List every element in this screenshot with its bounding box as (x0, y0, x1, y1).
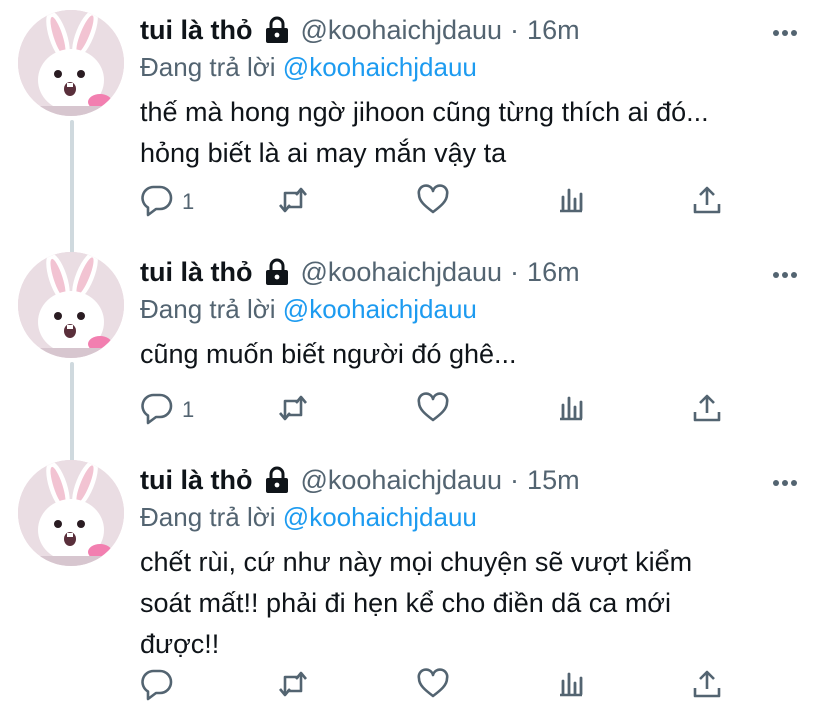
avatar[interactable] (18, 460, 124, 566)
reply-prefix: Đang trả lời (140, 52, 276, 82)
tweet-header: tui là thỏ @koohaichjdauu · 16m (140, 10, 580, 50)
tweet-header: tui là thỏ @koohaichjdauu · 16m (140, 252, 580, 292)
reply-prefix: Đang trả lời (140, 294, 276, 324)
like-button[interactable] (416, 183, 450, 222)
timestamp[interactable]: 16m (527, 15, 580, 46)
tweet-text-line: được!! (140, 629, 220, 659)
like-button[interactable] (416, 391, 450, 430)
views-button[interactable] (554, 392, 588, 428)
avatar[interactable] (18, 252, 124, 358)
share-button[interactable] (690, 184, 724, 220)
views-button[interactable] (554, 184, 588, 220)
reply-icon (140, 667, 174, 706)
share-icon (690, 391, 724, 430)
handle[interactable]: @koohaichjdauu (300, 465, 502, 496)
reply-button[interactable]: 1 (140, 184, 194, 220)
reply-button[interactable] (140, 668, 174, 704)
reply-icon (140, 391, 174, 430)
tweet-text-line: cũng muốn biết người đó ghê... (140, 339, 517, 369)
views-icon (554, 391, 588, 430)
more-icon[interactable] (772, 474, 798, 486)
handle[interactable]: @koohaichjdauu (300, 257, 502, 288)
reply-button[interactable]: 1 (140, 392, 194, 428)
separator-dot: · (510, 14, 520, 45)
like-button[interactable] (416, 667, 450, 706)
thread-line (70, 120, 74, 254)
action-bar (140, 667, 740, 706)
retweet-button[interactable] (276, 668, 310, 704)
like-icon (416, 183, 450, 222)
lock-icon (264, 258, 290, 286)
timestamp[interactable]: 16m (527, 257, 580, 288)
bunny-avatar-illustration (18, 10, 124, 116)
bunny-avatar-illustration (18, 460, 124, 566)
retweet-button[interactable] (276, 392, 310, 428)
avatar[interactable] (18, 10, 124, 116)
retweet-icon (276, 391, 310, 430)
views-icon (554, 667, 588, 706)
views-button[interactable] (554, 668, 588, 704)
tweet-text: cũng muốn biết người đó ghê... (140, 334, 780, 375)
action-bar: 1 (140, 391, 740, 430)
reply-icon (140, 183, 174, 222)
thread-line (70, 362, 74, 462)
like-icon (416, 391, 450, 430)
reply-count: 1 (182, 189, 195, 214)
separator-dot: · (510, 256, 520, 287)
more-icon[interactable] (772, 266, 798, 278)
reply-to: Đang trả lời @koohaichjdauu (140, 52, 477, 83)
retweet-icon (276, 183, 310, 222)
reply-to: Đang trả lời @koohaichjdauu (140, 294, 477, 325)
reply-to: Đang trả lời @koohaichjdauu (140, 502, 477, 533)
tweet-text-line: soát mất!! phải đi hẹn kể cho điền dã ca… (140, 588, 672, 618)
reply-mention-link[interactable]: @koohaichjdauu (283, 52, 477, 82)
tweet-text-line: thế mà hong ngờ jihoon cũng từng thích a… (140, 97, 709, 127)
retweet-button[interactable] (276, 184, 310, 220)
display-name[interactable]: tui là thỏ (140, 257, 252, 288)
reply-mention-link[interactable]: @koohaichjdauu (283, 294, 477, 324)
views-icon (554, 183, 588, 222)
display-name[interactable]: tui là thỏ (140, 465, 252, 496)
retweet-icon (276, 667, 310, 706)
share-button[interactable] (690, 392, 724, 428)
tweet-text: thế mà hong ngờ jihoon cũng từng thích a… (140, 92, 780, 174)
display-name[interactable]: tui là thỏ (140, 15, 252, 46)
share-icon (690, 183, 724, 222)
timestamp[interactable]: 15m (527, 465, 580, 496)
tweet-text-line: chết rùi, cứ như này mọi chuyện sẽ vượt … (140, 547, 693, 577)
reply-prefix: Đang trả lời (140, 502, 276, 532)
action-bar: 1 (140, 183, 740, 222)
separator-dot: · (510, 464, 520, 495)
bunny-avatar-illustration (18, 252, 124, 358)
like-icon (416, 667, 450, 706)
tweet-text: chết rùi, cứ như này mọi chuyện sẽ vượt … (140, 542, 780, 665)
reply-count: 1 (182, 397, 195, 422)
reply-mention-link[interactable]: @koohaichjdauu (283, 502, 477, 532)
more-icon[interactable] (772, 24, 798, 36)
handle[interactable]: @koohaichjdauu (300, 15, 502, 46)
tweet-text-line: hỏng biết là ai may mắn vậy ta (140, 138, 507, 168)
share-button[interactable] (690, 668, 724, 704)
lock-icon (264, 466, 290, 494)
share-icon (690, 667, 724, 706)
tweet-header: tui là thỏ @koohaichjdauu · 15m (140, 460, 580, 500)
lock-icon (264, 16, 290, 44)
